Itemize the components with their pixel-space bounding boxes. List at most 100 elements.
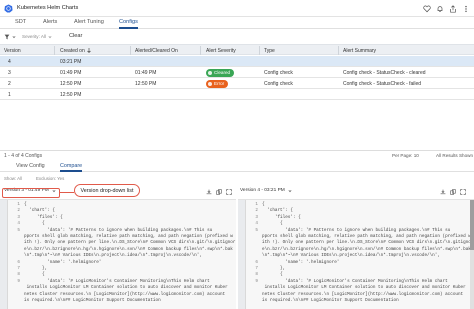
filter-icon bbox=[4, 34, 10, 40]
copy-icon[interactable] bbox=[450, 189, 456, 195]
left-pane-tools bbox=[206, 189, 232, 195]
bell-icon[interactable] bbox=[435, 4, 444, 13]
status-badge: Error bbox=[206, 79, 229, 88]
right-pane-tools bbox=[440, 189, 466, 195]
column-separator bbox=[54, 46, 55, 55]
code-line: installs LogicMonitor LM Container solut… bbox=[262, 285, 466, 291]
heart-icon[interactable] bbox=[422, 4, 431, 13]
table-row[interactable]: 2 12:50 PM 12:50 PM Error Config check C… bbox=[0, 78, 474, 89]
cell-alerted: 12:50 PM bbox=[135, 81, 157, 87]
results-status: All Results Shown bbox=[436, 153, 474, 158]
scrollbar[interactable] bbox=[470, 200, 474, 309]
callout-label: Version drop-down list bbox=[74, 184, 140, 197]
clear-button[interactable]: Clear bbox=[69, 33, 82, 39]
table-row[interactable]: 4 03:21 PM bbox=[0, 56, 474, 67]
cell-version: 1 bbox=[8, 92, 11, 98]
scrollbar-thumb[interactable] bbox=[470, 200, 474, 250]
cell-version: 3 bbox=[8, 70, 11, 76]
per-page-select[interactable]: Per Page: 10 bbox=[392, 153, 419, 158]
tab-sdt[interactable]: SDT bbox=[15, 18, 26, 29]
filter-bar: Severity: All Clear bbox=[0, 30, 474, 42]
right-code-pane[interactable]: 12345 6789 { 'chart': { 'files': { { 'da… bbox=[238, 199, 474, 309]
sort-down-icon bbox=[87, 48, 91, 53]
column-header-version[interactable]: Version bbox=[4, 48, 21, 54]
table-footer: 1 - 4 of 4 Configs Per Page: 10 All Resu… bbox=[0, 150, 474, 160]
tab-configs[interactable]: Configs bbox=[119, 18, 138, 29]
filter-button[interactable] bbox=[4, 34, 16, 40]
cell-version: 4 bbox=[8, 59, 11, 65]
cell-created: 01:49 PM bbox=[60, 70, 82, 76]
status-badge-label: Cleared bbox=[214, 70, 231, 75]
cell-alerted: 01:49 PM bbox=[135, 70, 157, 76]
code-line: ith !). Only one pattern per line.\n.DS_… bbox=[24, 240, 236, 246]
callout-connector bbox=[60, 192, 74, 194]
cell-type: Config check bbox=[264, 81, 293, 87]
title-bar: Kubernetes Helm Charts bbox=[0, 0, 474, 17]
version-dropdown-highlight bbox=[2, 188, 60, 198]
code-text: { 'chart': { 'files': { { 'data': '# Pat… bbox=[24, 202, 236, 305]
tab-alerts[interactable]: Alerts bbox=[43, 18, 57, 29]
tab-compare[interactable]: Compare bbox=[60, 163, 83, 172]
tab-alert-tuning[interactable]: Alert Tuning bbox=[74, 18, 104, 29]
exclusion-select[interactable]: Exclusion: Yes bbox=[36, 176, 64, 181]
line-number bbox=[10, 305, 20, 309]
code-line: is required.\n\n## LogicMonitor Support … bbox=[24, 298, 161, 304]
more-icon[interactable] bbox=[461, 4, 470, 13]
column-header-alerted[interactable]: Alerted/Cleared On bbox=[135, 48, 178, 54]
code-line: installs LogicMonitor LM Container solut… bbox=[24, 285, 228, 291]
download-icon[interactable] bbox=[440, 189, 446, 195]
table-row[interactable]: 3 01:49 PM 01:49 PM Cleared Config check… bbox=[0, 67, 474, 78]
left-code-pane[interactable]: 12345 6789 { 'chart': { 'files': { { 'da… bbox=[0, 199, 236, 309]
severity-filter[interactable]: Severity: All bbox=[22, 34, 52, 39]
column-header-type[interactable]: Type bbox=[264, 48, 275, 54]
column-header-created[interactable]: Created on bbox=[60, 48, 91, 54]
column-separator bbox=[259, 46, 260, 55]
detail-tabs: View Config Compare bbox=[0, 161, 474, 172]
column-separator bbox=[338, 46, 339, 55]
expand-icon[interactable] bbox=[460, 189, 466, 195]
line-number bbox=[248, 305, 258, 309]
tab-view-config[interactable]: View Config bbox=[16, 163, 45, 172]
code-line: is required.\n\n## LogicMonitor Support … bbox=[262, 298, 399, 304]
line-numbers: 12345 6789 bbox=[248, 202, 258, 309]
table-header: Version Created on Alerted/Cleared On Al… bbox=[0, 44, 474, 55]
copy-icon[interactable] bbox=[216, 189, 222, 195]
line-numbers: 12345 6789 bbox=[10, 202, 20, 309]
status-dot-icon bbox=[208, 81, 212, 86]
status-badge-label: Error bbox=[214, 81, 225, 86]
code-text: { 'chart': { 'files': { { 'data': '# Pat… bbox=[262, 202, 474, 305]
kubernetes-icon bbox=[4, 3, 13, 13]
column-separator bbox=[200, 46, 201, 55]
cell-summary: Config check - StatusCheck - failed bbox=[343, 81, 422, 87]
cell-type: Config check bbox=[264, 70, 293, 76]
right-version-dropdown[interactable]: Version 4 - 03:21 PM bbox=[240, 188, 292, 193]
line-gutter bbox=[238, 200, 246, 309]
cell-created: 03:21 PM bbox=[60, 59, 82, 65]
cell-summary: Config check - StatusCheck - cleared bbox=[343, 70, 426, 76]
line-gutter bbox=[0, 200, 8, 309]
chevron-down-icon bbox=[288, 189, 292, 192]
chevron-down-icon bbox=[48, 35, 52, 38]
column-header-created-label: Created on bbox=[60, 48, 85, 54]
expand-icon[interactable] bbox=[226, 189, 232, 195]
page-title: Kubernetes Helm Charts bbox=[17, 5, 79, 11]
table-row[interactable]: 1 12:50 PM bbox=[0, 89, 474, 100]
status-badge: Cleared bbox=[206, 68, 235, 77]
severity-filter-label: Severity: All bbox=[22, 34, 46, 39]
main-tabs: SDT Alerts Alert Tuning Configs bbox=[0, 17, 474, 29]
code-line: ith !). Only one pattern per line.\n.DS_… bbox=[262, 240, 474, 246]
download-icon[interactable] bbox=[206, 189, 212, 195]
compare-options: Show: All Exclusion: Yes bbox=[0, 174, 474, 183]
row-count: 1 - 4 of 4 Configs bbox=[4, 153, 43, 159]
cell-created: 12:50 PM bbox=[60, 92, 82, 98]
cell-version: 2 bbox=[8, 81, 11, 87]
share-icon[interactable] bbox=[448, 4, 457, 13]
status-dot-icon bbox=[208, 70, 212, 75]
cell-created: 12:50 PM bbox=[60, 81, 82, 87]
column-header-severity[interactable]: Alert Severity bbox=[206, 48, 236, 54]
column-header-summary[interactable]: Alert Summary bbox=[343, 48, 376, 54]
show-select[interactable]: Show: All bbox=[4, 176, 22, 181]
column-separator bbox=[130, 46, 131, 55]
right-version-label: Version 4 - 03:21 PM bbox=[240, 188, 285, 193]
chevron-down-icon bbox=[12, 36, 16, 39]
